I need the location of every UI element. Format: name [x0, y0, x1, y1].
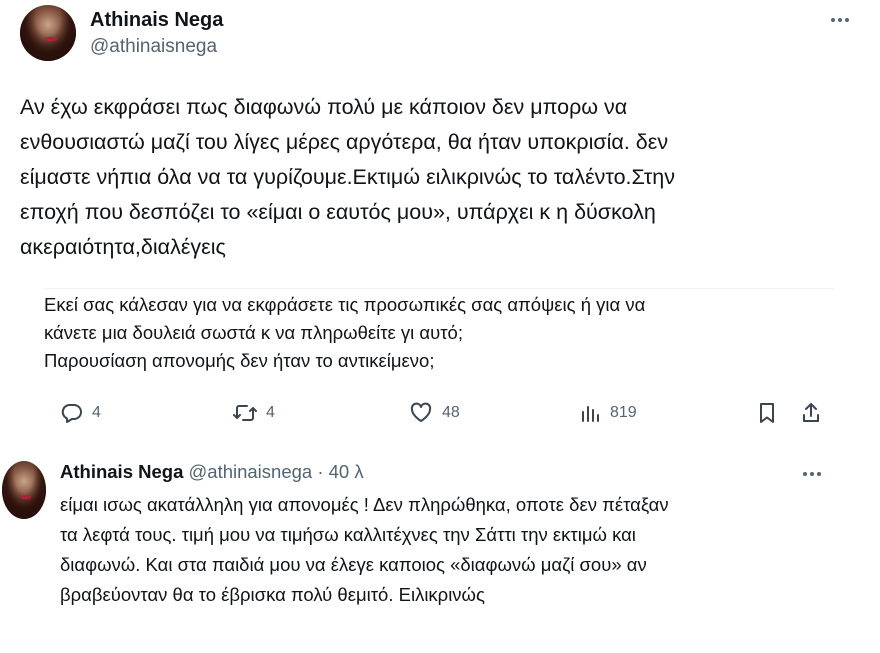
quoted-tweet[interactable]: Εκεί σας κάλεσαν για να εκφράσετε τις πρ… — [44, 291, 834, 375]
views-button[interactable]: 819 — [580, 396, 637, 430]
retweet-icon — [233, 405, 257, 421]
share-button[interactable] — [800, 396, 822, 430]
like-button[interactable]: 48 — [408, 396, 460, 430]
bookmark-button[interactable] — [756, 396, 778, 430]
share-icon — [803, 403, 819, 422]
retweet-count: 4 — [266, 404, 275, 421]
reply-icon — [61, 404, 82, 423]
reply-count: 4 — [92, 404, 101, 421]
more-options-icon[interactable] — [828, 16, 852, 24]
tweet-text: Αν έχω εκφράσει πως διαφωνώ πολύ με κάπο… — [20, 95, 675, 259]
heart-icon — [410, 402, 432, 422]
retweet-button[interactable]: 4 — [232, 396, 275, 430]
author-avatar[interactable] — [20, 5, 76, 61]
reply-header: Athinais Nega @athinaisnega · 40 λ — [60, 461, 364, 483]
bookmark-icon — [760, 403, 774, 423]
author-name[interactable]: Athinais Nega — [90, 9, 223, 32]
divider — [44, 288, 834, 289]
reply-more-options-icon[interactable] — [800, 470, 824, 478]
views-count: 819 — [610, 404, 637, 421]
reply-author-avatar[interactable] — [2, 461, 46, 519]
tweet-actions: 4 4 48 819 — [60, 396, 830, 430]
reply-author-name[interactable]: Athinais Nega — [60, 461, 183, 482]
views-icon — [582, 406, 599, 422]
reply-author-handle[interactable]: @athinaisnega · 40 λ — [189, 461, 364, 482]
reply-text: είμαι ισως ακατάλληλη για απονομές ! Δεν… — [60, 494, 669, 605]
author-handle[interactable]: @athinaisnega — [90, 36, 217, 58]
quoted-tweet-text: Εκεί σας κάλεσαν για να εκφράσετε τις πρ… — [44, 294, 646, 371]
like-count: 48 — [442, 404, 460, 421]
reply-button[interactable]: 4 — [60, 396, 101, 430]
